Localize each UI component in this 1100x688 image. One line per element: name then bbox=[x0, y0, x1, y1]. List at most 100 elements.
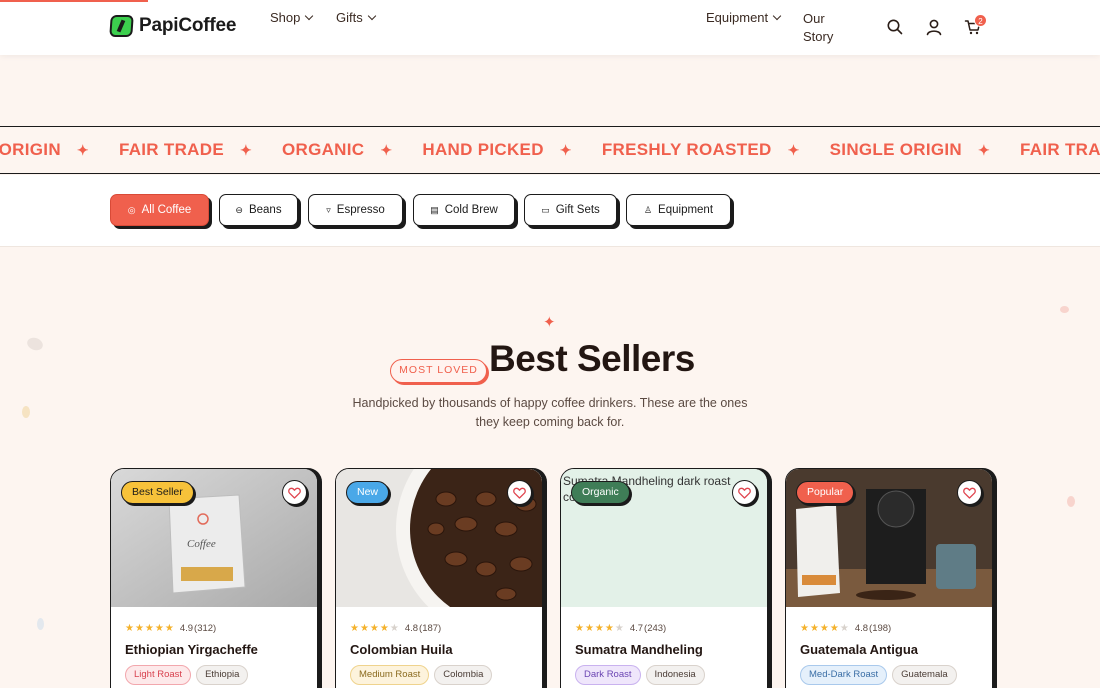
wishlist-heart-icon[interactable] bbox=[507, 480, 532, 505]
nav-equipment[interactable]: Equipment bbox=[706, 10, 782, 25]
bean-icon: ⊖ bbox=[235, 204, 243, 215]
review-count: (243) bbox=[644, 623, 667, 634]
sparkle-icon: ✦ bbox=[543, 314, 556, 331]
marquee-item-label: SINGLE ORIGIN bbox=[829, 140, 963, 159]
origin-tag: Colombia bbox=[434, 665, 493, 685]
marquee-item-label: ORGANIC bbox=[281, 140, 365, 159]
product-name[interactable]: Sumatra Mandheling bbox=[575, 642, 703, 657]
product-tags: Medium Roast Colombia bbox=[350, 665, 493, 685]
filter-label: All Coffee bbox=[141, 204, 192, 216]
rating-row: ★★★★★ 4.8 (198) bbox=[800, 623, 891, 634]
filter-label: Equipment bbox=[658, 204, 714, 216]
marquee-item: FAIR TRADE ✦ bbox=[119, 140, 282, 160]
marquee-item-label: E ORIGIN bbox=[0, 140, 61, 159]
rating-row: ★★★★★ 4.8 (187) bbox=[350, 623, 441, 634]
nav-equipment-label: Equipment bbox=[706, 10, 769, 25]
filter-equipment[interactable]: ♙ Equipment bbox=[626, 194, 731, 226]
decorative-bean bbox=[37, 618, 44, 630]
jar-icon: ▤ bbox=[430, 204, 439, 215]
marquee-item: FRESHLY ROASTED ✦ bbox=[602, 140, 830, 160]
sparkle-icon: ✦ bbox=[76, 141, 89, 158]
product-name[interactable]: Ethiopian Yirgacheffe bbox=[125, 642, 258, 657]
nav-gifts-label: Gifts bbox=[336, 10, 363, 25]
marquee-item: FAIR TRADE bbox=[1020, 140, 1100, 160]
review-count: (187) bbox=[419, 623, 442, 634]
product-name[interactable]: Colombian Huila bbox=[350, 642, 453, 657]
marquee-item: HAND PICKED ✦ bbox=[422, 140, 601, 160]
star-rating-icon: ★★★★★ bbox=[575, 623, 625, 634]
filter-label: Cold Brew bbox=[444, 204, 498, 216]
section-subtitle: Handpicked by thousands of happy coffee … bbox=[352, 396, 748, 429]
gift-icon: ▭ bbox=[541, 204, 550, 215]
section-pill: MOST LOVED bbox=[390, 359, 487, 383]
star-rating-icon: ★★★★★ bbox=[350, 623, 400, 634]
filter-espresso[interactable]: ▿ Espresso bbox=[308, 194, 403, 226]
filter-label: Beans bbox=[248, 204, 282, 216]
marquee-item-label: FAIR TRADE bbox=[1020, 140, 1100, 159]
product-card[interactable]: Sumatra Mandheling dark roast coffee bea… bbox=[560, 468, 768, 688]
product-card[interactable]: Coffee Best Seller ★★★★★ 4.9 (312) Ethiopian … bbox=[110, 468, 318, 688]
filter-beans[interactable]: ⊖ Beans bbox=[219, 194, 298, 226]
product-badge: Organic bbox=[571, 481, 630, 504]
cart-count-badge: 2 bbox=[974, 14, 987, 27]
nav-gifts[interactable]: Gifts bbox=[336, 10, 376, 25]
nav-our-story[interactable]: Our Story bbox=[803, 10, 843, 46]
decorative-bean bbox=[1067, 496, 1075, 507]
wishlist-heart-icon[interactable] bbox=[957, 480, 982, 505]
chevron-down-icon bbox=[772, 11, 782, 20]
chevron-down-icon bbox=[305, 11, 314, 20]
filter-all-coffee[interactable]: ◎ All Coffee bbox=[110, 194, 209, 226]
filter-gift-sets[interactable]: ▭ Gift Sets bbox=[524, 194, 617, 226]
product-card[interactable]: Popular ★★★★★ 4.8 (198) Guatemala Antigua Med… bbox=[785, 468, 993, 688]
cup-icon: ▿ bbox=[326, 204, 331, 215]
rating-value: 4.9 bbox=[179, 623, 194, 634]
rating-row: ★★★★★ 4.7 (243) bbox=[575, 623, 666, 634]
product-name[interactable]: Guatemala Antigua bbox=[800, 642, 918, 657]
product-badge: Popular bbox=[796, 481, 855, 504]
origin-tag: Ethiopia bbox=[196, 665, 249, 685]
product-badge: New bbox=[346, 481, 390, 504]
feature-marquee: E ORIGIN ✦ FAIR TRADE ✦ ORGANIC ✦ HAND PICKED ✦… bbox=[0, 126, 1100, 174]
roast-tag: Dark Roast bbox=[575, 665, 641, 685]
marquee-item: E ORIGIN ✦ bbox=[0, 140, 119, 160]
category-filter-bar: ◎ All Coffee ⊖ Beans ▿ Espresso ▤ Cold Brew … bbox=[0, 175, 1100, 247]
marquee-item-label: HAND PICKED bbox=[422, 140, 544, 159]
origin-tag: Indonesia bbox=[645, 665, 705, 685]
logo-icon bbox=[109, 15, 134, 37]
nav-shop[interactable]: Shop bbox=[270, 10, 314, 25]
product-badge: Best Seller bbox=[121, 481, 194, 504]
scroll-progress-bar bbox=[0, 0, 148, 2]
rating-row: ★★★★★ 4.9 (312) bbox=[125, 623, 216, 634]
brand-logo[interactable]: PapiCoffee bbox=[109, 15, 237, 37]
marquee-item-label: FRESHLY ROASTED bbox=[601, 140, 772, 159]
decorative-bean bbox=[1060, 306, 1069, 313]
nav-shop-label: Shop bbox=[270, 10, 301, 25]
site-header: PapiCoffee Shop Gifts Equipment Our Stor… bbox=[0, 0, 1100, 55]
user-icon[interactable] bbox=[925, 18, 945, 38]
product-card[interactable]: New ★★★★★ 4.8 (187) Colombian Huila Medium Ro… bbox=[335, 468, 543, 688]
decorative-bean bbox=[25, 335, 45, 353]
svg-text:Coffee: Coffee bbox=[187, 538, 216, 550]
section-title: Best Sellers bbox=[489, 338, 695, 379]
origin-tag: Guatemala bbox=[892, 665, 957, 685]
wishlist-heart-icon[interactable] bbox=[282, 480, 307, 505]
product-tags: Light Roast Ethiopia bbox=[125, 665, 249, 685]
wishlist-heart-icon[interactable] bbox=[732, 480, 757, 505]
marquee-item: SINGLE ORIGIN ✦ bbox=[830, 140, 1020, 160]
review-count: (312) bbox=[194, 623, 217, 634]
star-rating-icon: ★★★★★ bbox=[800, 623, 850, 634]
chevron-down-icon bbox=[367, 11, 376, 20]
review-count: (198) bbox=[869, 623, 892, 634]
product-tags: Dark Roast Indonesia bbox=[575, 665, 705, 685]
sparkle-icon: ✦ bbox=[978, 141, 991, 158]
product-tags: Med-Dark Roast Guatemala bbox=[800, 665, 957, 685]
star-rating-icon: ★★★★★ bbox=[125, 623, 175, 634]
decorative-bean bbox=[22, 406, 30, 418]
search-icon[interactable] bbox=[886, 18, 906, 38]
roast-tag: Med-Dark Roast bbox=[800, 665, 888, 685]
marquee-track: E ORIGIN ✦ FAIR TRADE ✦ ORGANIC ✦ HAND PICKED ✦… bbox=[0, 140, 1100, 160]
brand-name: PapiCoffee bbox=[139, 15, 237, 36]
target-icon: ◎ bbox=[127, 204, 136, 215]
filter-label: Gift Sets bbox=[555, 204, 600, 216]
filter-cold-brew[interactable]: ▤ Cold Brew bbox=[413, 194, 515, 226]
